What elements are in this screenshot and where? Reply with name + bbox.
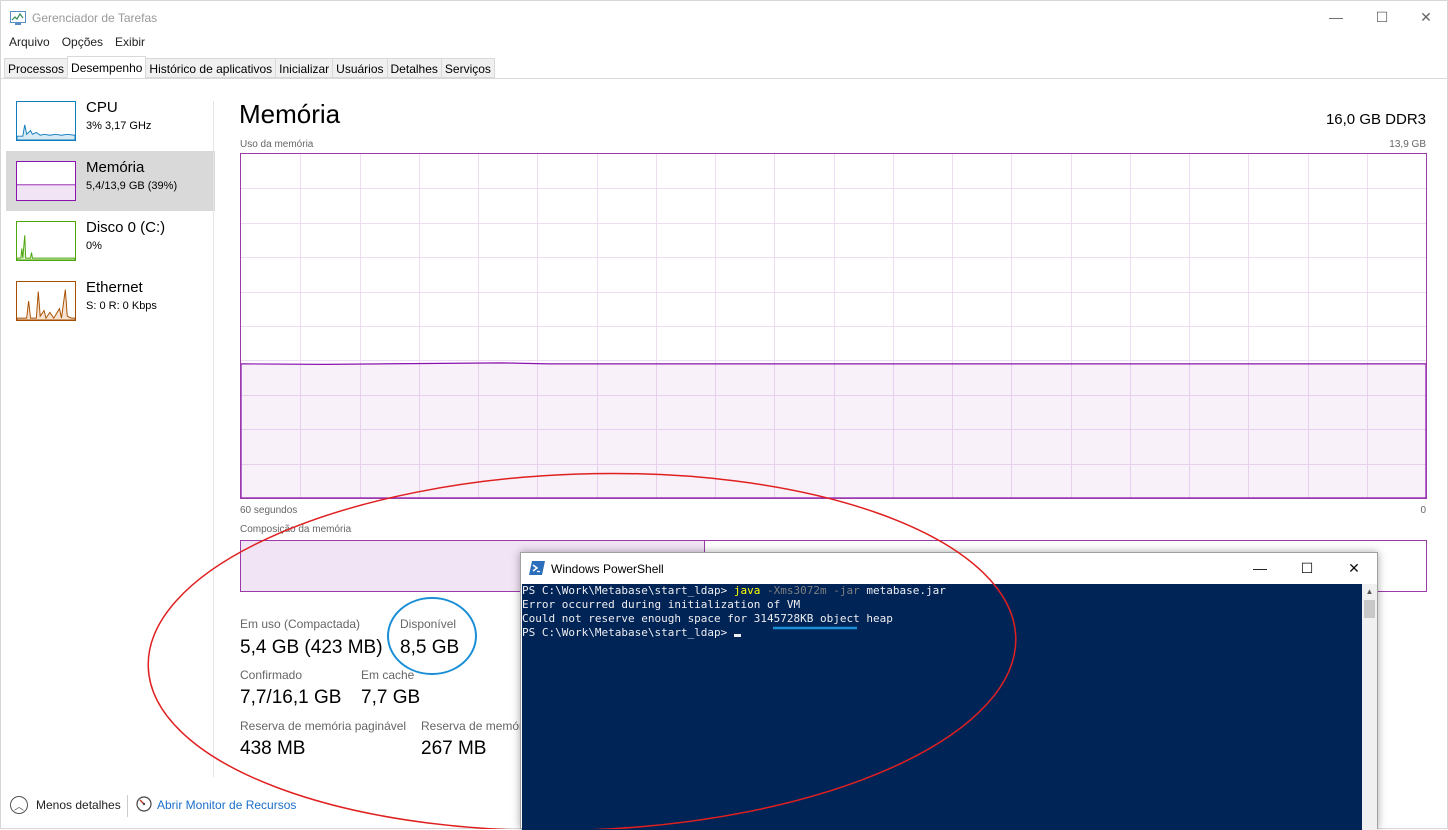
resource-monitor-icon bbox=[136, 796, 152, 812]
menu-arquivo[interactable]: Arquivo bbox=[1, 35, 54, 53]
menu-exibir[interactable]: Exibir bbox=[107, 35, 149, 53]
maximize-button[interactable]: ☐ bbox=[1359, 1, 1405, 33]
page-title: Memória bbox=[239, 99, 341, 129]
sidebar-item-cpu[interactable]: CPU 3% 3,17 GHz bbox=[6, 91, 215, 151]
performance-sidebar: CPU 3% 3,17 GHz Memória 5,4/13,9 GB (39%… bbox=[1, 91, 215, 331]
sidebar-item-memoria[interactable]: Memória 5,4/13,9 GB (39%) bbox=[6, 151, 215, 211]
graph-label: Uso da memória bbox=[240, 139, 314, 150]
tab-processos[interactable]: Processos bbox=[4, 58, 69, 78]
tab-strip: Processos Desempenho Histórico de aplica… bbox=[4, 56, 495, 79]
ps-minimize-button[interactable]: — bbox=[1237, 553, 1283, 583]
in-use-label: Em uso (Compactada) bbox=[240, 617, 361, 631]
powershell-window[interactable]: Windows PowerShell — ☐ ✕ PS C:\Work\Meta… bbox=[520, 552, 1378, 830]
ps-close-button[interactable]: ✕ bbox=[1331, 553, 1377, 583]
footer-bar: ︿ Menos detalhes Abrir Monitor de Recurs… bbox=[1, 791, 521, 821]
console-cmd-args: -Xms3072m -jar bbox=[760, 584, 860, 597]
cpu-graph-thumbnail bbox=[16, 101, 76, 141]
sidebar-item-ethernet[interactable]: Ethernet S: 0 R: 0 Kbps bbox=[6, 271, 215, 331]
powershell-title-bar: Windows PowerShell — ☐ ✕ bbox=[521, 553, 1377, 584]
sidebar-item-sub: S: 0 R: 0 Kbps bbox=[86, 300, 157, 312]
console-scrollbar[interactable]: ▲ bbox=[1362, 584, 1377, 830]
tab-servicos[interactable]: Serviços bbox=[440, 58, 495, 78]
powershell-console[interactable]: PS C:\Work\Metabase\start_ldap> java -Xm… bbox=[522, 584, 1362, 830]
title-bar: Gerenciador de Tarefas — ☐ ✕ bbox=[1, 1, 1448, 33]
sidebar-item-label: CPU bbox=[86, 99, 118, 116]
cached-value: 7,7 GB bbox=[361, 687, 421, 708]
close-button[interactable]: ✕ bbox=[1403, 1, 1448, 33]
paged-pool-value: 438 MB bbox=[240, 738, 306, 759]
powershell-icon bbox=[529, 561, 545, 575]
sidebar-separator bbox=[213, 101, 214, 777]
console-cursor bbox=[733, 634, 741, 637]
committed-value: 7,7/16,1 GB bbox=[240, 687, 342, 708]
window-title: Gerenciador de Tarefas bbox=[32, 11, 158, 25]
menu-opcoes[interactable]: Opções bbox=[54, 35, 107, 53]
console-cmd-java: java bbox=[733, 584, 761, 597]
minimize-button[interactable]: — bbox=[1313, 1, 1359, 33]
disk-graph-thumbnail bbox=[16, 221, 76, 261]
memory-usage-graph bbox=[240, 153, 1427, 499]
footer-separator bbox=[127, 795, 128, 817]
task-manager-icon bbox=[10, 11, 26, 25]
sidebar-item-sub: 3% 3,17 GHz bbox=[86, 120, 152, 132]
console-line-error: Error occurred during initialization of … bbox=[522, 598, 801, 611]
menu-bar: Arquivo Opções Exibir bbox=[1, 35, 149, 53]
scrollbar-thumb[interactable] bbox=[1364, 600, 1375, 618]
console-line-prompt: PS C:\Work\Metabase\start_ldap> bbox=[522, 626, 1362, 640]
sidebar-item-sub: 5,4/13,9 GB (39%) bbox=[86, 180, 178, 192]
memory-graph-thumbnail bbox=[16, 161, 76, 201]
memory-usage-area bbox=[241, 362, 1426, 498]
scroll-up-arrow-icon[interactable]: ▲ bbox=[1362, 584, 1377, 599]
graph-max-label: 13,9 GB bbox=[1389, 139, 1426, 150]
console-line-reserve: Could not reserve enough space for 31457… bbox=[522, 612, 893, 625]
console-prompt: PS C:\Work\Metabase\start_ldap> bbox=[522, 584, 734, 597]
time-axis-end: 0 bbox=[1420, 505, 1426, 516]
tab-historico[interactable]: Histórico de aplicativos bbox=[145, 58, 277, 78]
memory-spec: 16,0 GB DDR3 bbox=[1325, 111, 1426, 128]
ps-maximize-button[interactable]: ☐ bbox=[1284, 553, 1330, 583]
tab-inicializar[interactable]: Inicializar bbox=[275, 58, 334, 78]
paged-pool-label: Reserva de memória paginável bbox=[240, 719, 407, 733]
tab-detalhes[interactable]: Detalhes bbox=[386, 58, 442, 78]
console-line-command: PS C:\Work\Metabase\start_ldap> java -Xm… bbox=[522, 584, 1362, 598]
sidebar-item-sub: 0% bbox=[86, 240, 102, 252]
sidebar-item-label: Memória bbox=[86, 159, 145, 176]
time-axis-start: 60 segundos bbox=[240, 505, 298, 516]
nonpaged-pool-value: 267 MB bbox=[421, 738, 487, 759]
console-cmd-jar: metabase.jar bbox=[859, 584, 946, 597]
tab-usuarios[interactable]: Usuários bbox=[332, 58, 388, 78]
chevron-up-icon[interactable]: ︿ bbox=[10, 796, 28, 814]
less-details-button[interactable]: Menos detalhes bbox=[36, 798, 121, 812]
tab-desempenho[interactable]: Desempenho bbox=[67, 56, 147, 78]
sidebar-item-label: Ethernet bbox=[86, 279, 143, 296]
console-prompt: PS C:\Work\Metabase\start_ldap> bbox=[522, 626, 734, 639]
committed-label: Confirmado bbox=[240, 668, 303, 682]
ethernet-graph-thumbnail bbox=[16, 281, 76, 321]
open-resource-monitor-link[interactable]: Abrir Monitor de Recursos bbox=[157, 798, 296, 812]
available-label: Disponível bbox=[400, 617, 457, 631]
sidebar-item-label: Disco 0 (C:) bbox=[86, 219, 166, 236]
sidebar-item-disco[interactable]: Disco 0 (C:) 0% bbox=[6, 211, 215, 271]
in-use-value: 5,4 GB (423 MB) bbox=[240, 637, 383, 658]
available-value: 8,5 GB bbox=[400, 637, 460, 658]
composition-label: Composição da memória bbox=[240, 524, 352, 535]
cached-label: Em cache bbox=[361, 668, 415, 682]
powershell-title: Windows PowerShell bbox=[551, 562, 664, 576]
nonpaged-pool-label: Reserva de memóri bbox=[421, 719, 526, 733]
